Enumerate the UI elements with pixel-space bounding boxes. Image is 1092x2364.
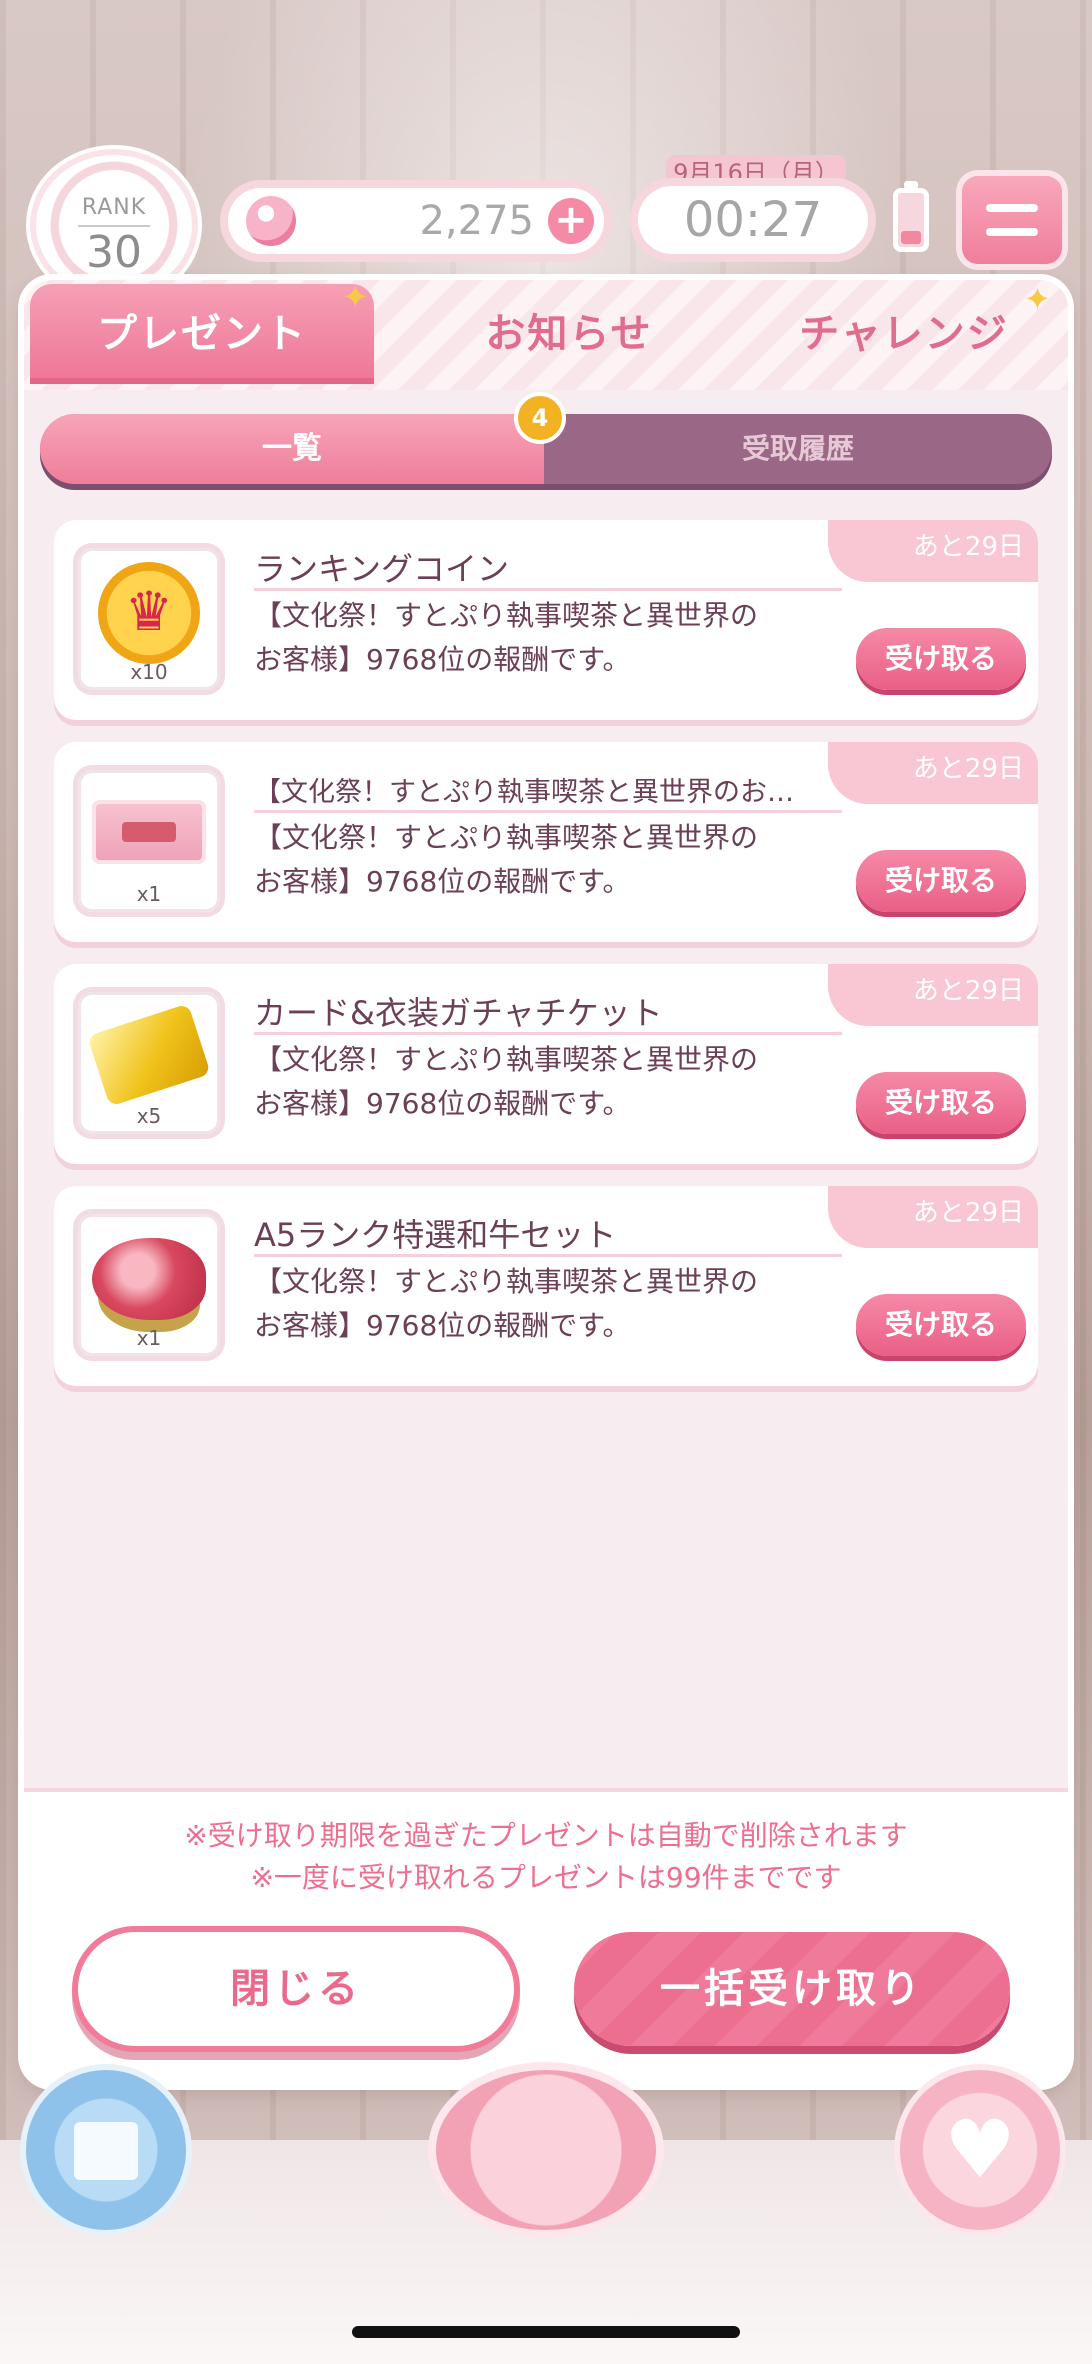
deadline-badge: あと29日 xyxy=(828,742,1038,804)
item-description: 【文化祭！すとぷり執事喫茶と異世界の お客様】9768位の報酬です。 xyxy=(254,1038,854,1126)
title-divider xyxy=(254,1254,842,1257)
item-desc-line: お客様】9768位の報酬です。 xyxy=(254,643,631,676)
receive-button[interactable]: 受け取る xyxy=(856,850,1026,912)
receive-button[interactable]: 受け取る xyxy=(856,1072,1026,1134)
segment-control: 一覧 受取履歴 4 xyxy=(40,392,1052,484)
menu-icon xyxy=(986,228,1038,236)
segment-history[interactable]: 受取履歴 xyxy=(544,414,1052,484)
battery-level xyxy=(901,230,921,244)
item-title: A5ランク特選和牛セット xyxy=(254,1216,617,1254)
rank-badge: RANK 30 xyxy=(36,155,192,295)
item-desc-line: 【文化祭！すとぷり執事喫茶と異世界の xyxy=(254,599,759,632)
currency-value: 2,275 xyxy=(419,198,534,244)
tab-bar: プレゼント ✦ お知らせ チャレンジ ✦ xyxy=(24,280,1068,390)
item-description: 【文化祭！すとぷり執事喫茶と異世界の お客様】9768位の報酬です。 xyxy=(254,594,854,682)
item-quantity: x1 xyxy=(136,1326,162,1350)
expiry-note: ※受け取り期限を過ぎたプレゼントは自動で削除されます xyxy=(184,1819,908,1852)
home-nav-button[interactable] xyxy=(436,2070,656,2230)
list-item: x5 カード&衣装ガチャチケット 【文化祭！すとぷり執事喫茶と異世界の お客様】… xyxy=(54,964,1038,1164)
present-panel: プレゼント ✦ お知らせ チャレンジ ✦ 一覧 受取履歴 4 x10 ランキング… xyxy=(24,280,1068,2084)
tab-notice[interactable]: お知らせ xyxy=(404,284,734,384)
panel-footer: ※受け取り期限を過ぎたプレゼントは自動で削除されます ※一度に受け取れるプレゼン… xyxy=(24,1788,1068,2084)
segment-list[interactable]: 一覧 xyxy=(40,414,544,484)
ticket-icon xyxy=(87,1003,211,1107)
item-thumbnail: x1 xyxy=(78,1214,220,1356)
receive-all-button[interactable]: 一括受け取り xyxy=(574,1932,1010,2046)
item-desc-line: お客様】9768位の報酬です。 xyxy=(254,865,631,898)
item-desc-line: お客様】9768位の報酬です。 xyxy=(254,1309,631,1342)
list-item: x1 【文化祭！すとぷり執事喫茶と異世界のお… 【文化祭！すとぷり執事喫茶と異世… xyxy=(54,742,1038,942)
clock: 00:27 xyxy=(638,186,868,254)
rank-label: RANK xyxy=(81,195,147,220)
rank-value: 30 xyxy=(86,227,142,278)
list-item: x1 A5ランク特選和牛セット 【文化祭！すとぷり執事喫茶と異世界の お客様】9… xyxy=(54,1186,1038,1386)
tab-challenge[interactable]: チャレンジ xyxy=(744,284,1064,384)
item-title: カード&衣装ガチャチケット xyxy=(254,994,663,1032)
present-list: x10 ランキングコイン 【文化祭！すとぷり執事喫茶と異世界の お客様】9768… xyxy=(54,520,1038,1408)
meat-icon xyxy=(92,1238,206,1320)
title-divider xyxy=(254,1032,842,1035)
item-title: ランキングコイン xyxy=(254,550,510,588)
gift-icon[interactable] xyxy=(26,2070,186,2230)
title-divider xyxy=(254,810,842,813)
item-thumbnail: x1 xyxy=(78,770,220,912)
item-title: 【文化祭！すとぷり執事喫茶と異世界のお… xyxy=(254,777,794,808)
item-desc-line: 【文化祭！すとぷり執事喫茶と異世界の xyxy=(254,821,759,854)
sparkle-icon: ✦ xyxy=(342,280,369,316)
item-description: 【文化祭！すとぷり執事喫茶と異世界の お客様】9768位の報酬です。 xyxy=(254,1260,854,1348)
item-quantity: x5 xyxy=(136,1104,162,1128)
item-desc-line: 【文化祭！すとぷり執事喫茶と異世界の xyxy=(254,1265,759,1298)
item-thumbnail: x10 xyxy=(78,548,220,690)
item-description: 【文化祭！すとぷり執事喫茶と異世界の お客様】9768位の報酬です。 xyxy=(254,816,854,904)
sparkle-icon: ✦ xyxy=(1024,280,1051,318)
receive-button[interactable]: 受け取る xyxy=(856,1294,1026,1356)
menu-button[interactable] xyxy=(962,176,1062,264)
deadline-badge: あと29日 xyxy=(828,1186,1038,1248)
receive-button[interactable]: 受け取る xyxy=(856,628,1026,690)
gem-icon xyxy=(246,196,296,246)
item-desc-line: お客様】9768位の報酬です。 xyxy=(254,1087,631,1120)
close-button[interactable]: 閉じる xyxy=(78,1932,514,2046)
sign-icon xyxy=(92,800,206,864)
title-divider xyxy=(254,588,842,591)
item-quantity: x10 xyxy=(130,660,168,684)
currency-bar: 2,275 + xyxy=(228,188,604,254)
item-quantity: x1 xyxy=(136,882,162,906)
add-currency-button[interactable]: + xyxy=(548,198,594,244)
heart-icon[interactable]: ♥ xyxy=(900,2070,1060,2230)
limit-note: ※一度に受け取れるプレゼントは99件までです xyxy=(250,1861,842,1894)
coin-icon xyxy=(98,562,200,664)
list-item: x10 ランキングコイン 【文化祭！すとぷり執事喫茶と異世界の お客様】9768… xyxy=(54,520,1038,720)
deadline-badge: あと29日 xyxy=(828,964,1038,1026)
menu-icon xyxy=(986,204,1038,212)
home-indicator[interactable] xyxy=(352,2326,740,2338)
battery-icon xyxy=(893,181,929,252)
unread-count-badge: 4 xyxy=(514,392,566,444)
deadline-badge: あと29日 xyxy=(828,520,1038,582)
item-thumbnail: x5 xyxy=(78,992,220,1134)
tab-present[interactable]: プレゼント xyxy=(30,284,374,384)
item-desc-line: 【文化祭！すとぷり執事喫茶と異世界の xyxy=(254,1043,759,1076)
